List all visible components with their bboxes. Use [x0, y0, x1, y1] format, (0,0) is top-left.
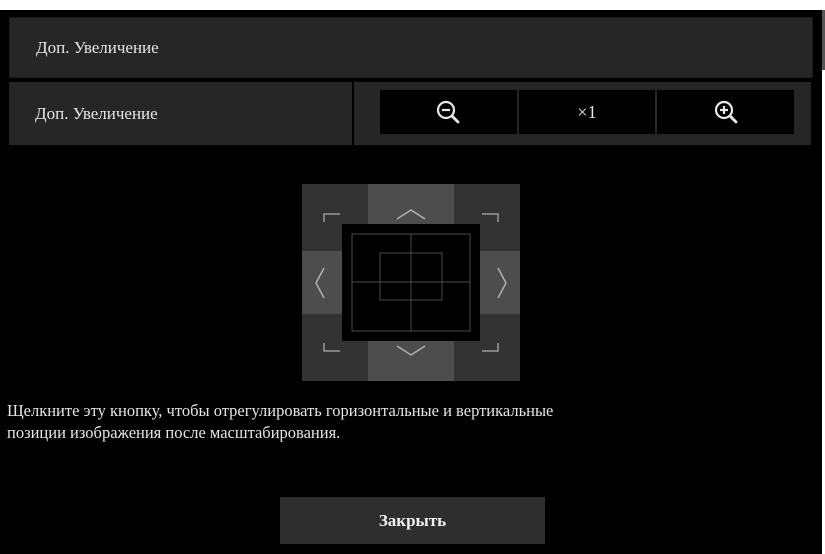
zoom-out-icon	[437, 100, 460, 124]
panel-title: Доп. Увеличение	[36, 38, 159, 57]
zoom-level-display[interactable]: ×1	[518, 90, 656, 134]
move-down-right-button[interactable]	[454, 341, 520, 381]
corner-top-left-icon	[323, 213, 340, 222]
arrow-down-icon	[396, 345, 426, 356]
corner-top-right-icon	[482, 213, 499, 222]
move-left-button[interactable]	[302, 251, 342, 314]
move-up-right-button[interactable]	[454, 184, 520, 224]
corner-bottom-right-icon	[482, 343, 499, 352]
hint-text: Щелкните эту кнопку, чтобы отрегулироват…	[7, 400, 807, 444]
close-button-label: Закрыть	[378, 510, 447, 530]
move-down-left-button[interactable]	[302, 341, 368, 381]
hint-line-1: Щелкните эту кнопку, чтобы отрегулироват…	[7, 401, 554, 420]
zoom-row: Доп. Увеличение ×1	[9, 82, 811, 145]
position-target-area[interactable]	[342, 224, 480, 341]
zoom-controls: ×1	[380, 90, 795, 134]
zoom-out-button[interactable]	[380, 90, 517, 134]
close-button[interactable]: Закрыть	[280, 497, 545, 544]
zoom-in-button[interactable]	[657, 90, 795, 134]
zoom-level-value: ×1	[577, 101, 597, 122]
arrow-left-icon	[315, 267, 325, 299]
position-pad	[302, 184, 520, 381]
extra-zoom-panel: Доп. Увеличение Доп. Увеличение ×1 Щелкн…	[0, 10, 822, 554]
row-divider	[352, 82, 354, 145]
move-down-button[interactable]	[368, 341, 454, 381]
pad-filler-left-bottom	[302, 314, 342, 341]
move-up-button[interactable]	[368, 184, 454, 224]
zoom-label: Доп. Увеличение	[35, 104, 158, 123]
pad-filler-left	[302, 224, 342, 251]
panel-header: Доп. Увеличение	[9, 17, 813, 78]
target-frame-icon	[351, 233, 471, 332]
zoom-in-icon	[714, 100, 738, 124]
hint-line-2: позиции изображения после масштабировани…	[7, 423, 341, 442]
pad-filler-right	[480, 224, 520, 251]
corner-bottom-left-icon	[323, 343, 340, 352]
move-up-left-button[interactable]	[302, 184, 368, 224]
arrow-up-icon	[396, 209, 426, 220]
arrow-right-icon	[497, 267, 507, 299]
pad-filler-right-bottom	[480, 314, 520, 341]
move-right-button[interactable]	[480, 251, 520, 314]
